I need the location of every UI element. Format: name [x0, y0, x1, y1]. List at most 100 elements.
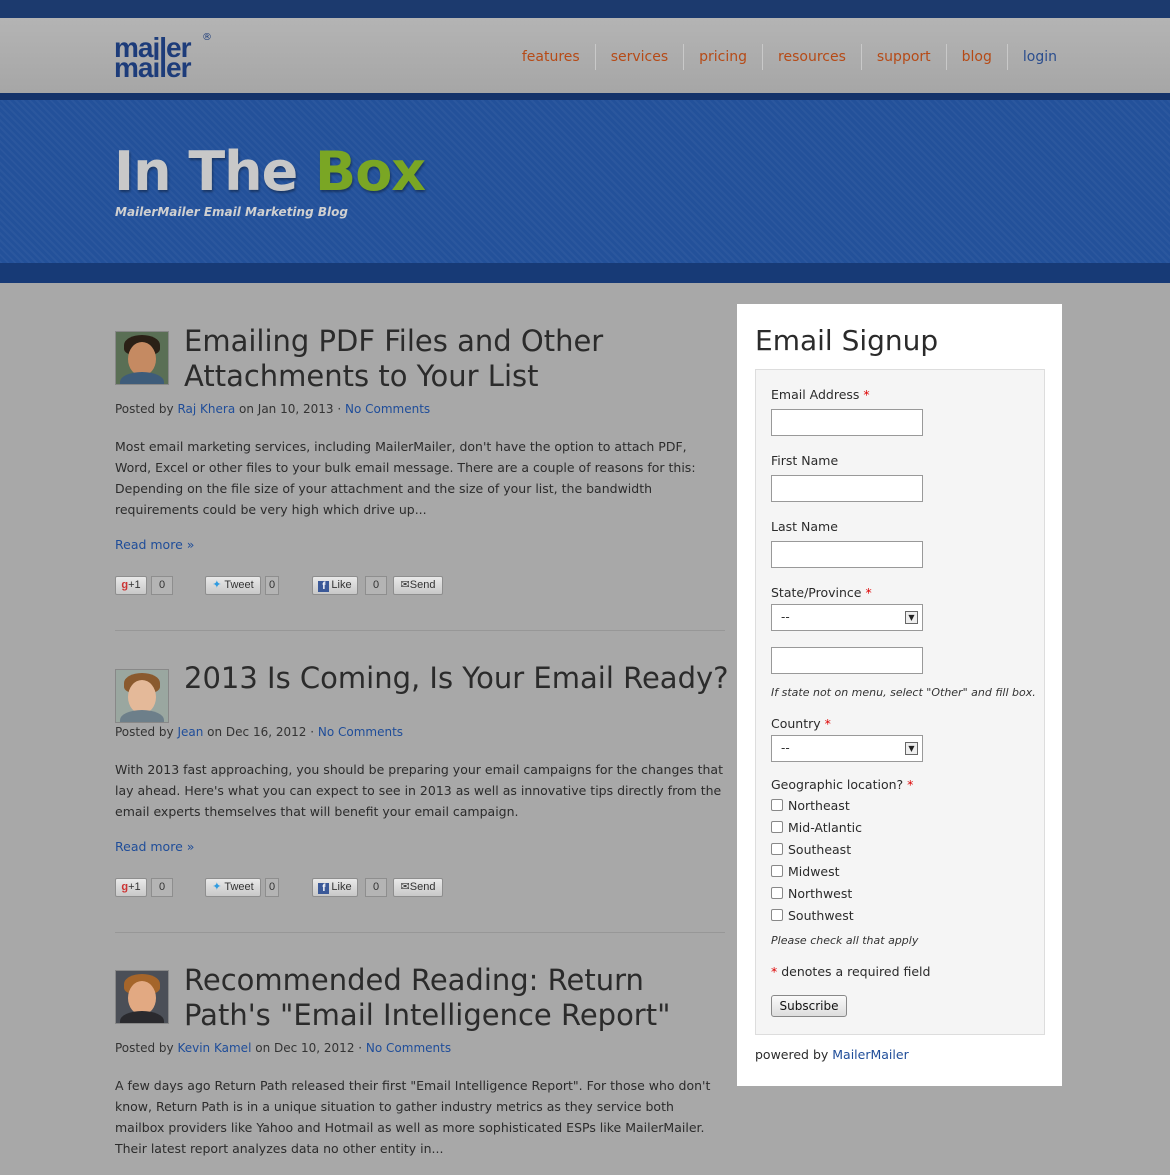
- post-excerpt: A few days ago Return Path released thei…: [115, 1078, 711, 1156]
- gplus-count: 0: [151, 576, 173, 595]
- region-label: Southeast: [788, 842, 852, 857]
- nav-resources[interactable]: resources: [762, 44, 861, 70]
- like-count: 0: [365, 576, 387, 595]
- twitter-bird-icon: ✦: [212, 881, 222, 893]
- region-checkbox-northwest[interactable]: Northwest: [771, 886, 852, 901]
- twitter-bird-icon: ✦: [212, 579, 222, 591]
- country-select[interactable]: -- ▼: [771, 735, 923, 762]
- mailermailer-logo[interactable]: mailer mailer ®: [114, 32, 214, 82]
- top-strip: [0, 0, 1170, 18]
- required-asterisk: *: [907, 777, 914, 792]
- signup-form: Email Address * First Name Last Name Sta…: [755, 369, 1045, 1035]
- facebook-send-button[interactable]: ✉Send: [393, 878, 443, 897]
- post-title[interactable]: Recommended Reading: Return Path's "Emai…: [184, 963, 729, 1033]
- post-divider: [115, 932, 725, 933]
- region-checkbox-midwest[interactable]: Midwest: [771, 864, 840, 879]
- checkbox-box[interactable]: [771, 821, 783, 833]
- nav-pricing[interactable]: pricing: [683, 44, 762, 70]
- state-hint: If state not on menu, select "Other" and…: [771, 686, 1036, 699]
- post-date: on Jan 10, 2013 ·: [235, 402, 345, 416]
- avatar-body: [120, 710, 164, 722]
- post-date: on Dec 10, 2012 ·: [251, 1041, 366, 1055]
- post-meta: Posted by Kevin Kamel on Dec 10, 2012 · …: [115, 1041, 451, 1055]
- first-name-field[interactable]: [771, 475, 923, 502]
- read-more-link[interactable]: Read more »: [115, 537, 194, 552]
- blog-subtitle: MailerMailer Email Marketing Blog: [115, 205, 348, 219]
- geo-label-text: Geographic location?: [771, 777, 904, 792]
- blog-title-part1: In The: [114, 140, 316, 203]
- banner-bottom-bar: [0, 263, 1170, 283]
- mailermailer-link[interactable]: MailerMailer: [832, 1047, 908, 1062]
- like-count: 0: [365, 878, 387, 897]
- required-asterisk: *: [863, 387, 870, 402]
- post-date: on Dec 16, 2012 ·: [203, 725, 318, 739]
- comments-link[interactable]: No Comments: [345, 402, 430, 416]
- read-more-link[interactable]: Read more »: [115, 839, 194, 854]
- comments-link[interactable]: No Comments: [366, 1041, 451, 1055]
- avatar-face: [128, 981, 156, 1015]
- required-note: * denotes a required field: [771, 964, 930, 979]
- region-label: Southwest: [788, 908, 854, 923]
- region-checkbox-southeast[interactable]: Southeast: [771, 842, 851, 857]
- region-label: Midwest: [788, 864, 840, 879]
- email-field[interactable]: [771, 409, 923, 436]
- send-label: Send: [409, 579, 436, 591]
- facebook-send-button[interactable]: ✉Send: [393, 576, 443, 595]
- avatar-body: [120, 1011, 164, 1023]
- tweet-button[interactable]: ✦ Tweet: [205, 576, 261, 595]
- region-checkbox-southwest[interactable]: Southwest: [771, 908, 854, 923]
- author-link[interactable]: Raj Khera: [177, 402, 235, 416]
- tweet-label: Tweet: [224, 579, 254, 591]
- facebook-like-button[interactable]: f Like: [312, 576, 358, 595]
- nav-services[interactable]: services: [594, 44, 683, 70]
- chevron-down-icon: ▼: [905, 742, 918, 755]
- comments-link[interactable]: No Comments: [318, 725, 403, 739]
- region-checkbox-northeast[interactable]: Northeast: [771, 798, 850, 813]
- send-label: Send: [409, 881, 436, 893]
- posted-by-label: Posted by: [115, 725, 178, 739]
- author-link[interactable]: Jean: [177, 725, 203, 739]
- region-label: Northwest: [788, 886, 853, 901]
- like-label: Like: [331, 881, 352, 893]
- state-label-text: State/Province: [771, 585, 862, 600]
- geo-label: Geographic location? *: [771, 777, 913, 792]
- checkbox-box[interactable]: [771, 843, 783, 855]
- tweet-count: 0: [265, 576, 279, 595]
- nav-support[interactable]: support: [860, 44, 946, 70]
- checkbox-box[interactable]: [771, 865, 783, 877]
- posted-by-label: Posted by: [115, 402, 178, 416]
- blog-title-part2: Box: [315, 140, 426, 203]
- checkbox-box[interactable]: [771, 799, 783, 811]
- blog-title: In The Box: [114, 140, 426, 204]
- post-title[interactable]: 2013 Is Coming, Is Your Email Ready?: [184, 661, 729, 696]
- region-label: Northeast: [788, 798, 850, 813]
- region-checkbox-mid-atlantic[interactable]: Mid-Atlantic: [771, 820, 862, 835]
- facebook-like-button[interactable]: f Like: [312, 878, 358, 897]
- state-other-field[interactable]: [771, 647, 923, 674]
- gplus-count: 0: [151, 878, 173, 897]
- checkbox-box[interactable]: [771, 887, 783, 899]
- nav-blog[interactable]: blog: [945, 44, 1007, 70]
- tweet-count: 0: [265, 878, 279, 897]
- post-title[interactable]: Emailing PDF Files and Other Attachments…: [184, 324, 729, 394]
- subscribe-button[interactable]: Subscribe: [771, 995, 847, 1017]
- tweet-button[interactable]: ✦ Tweet: [205, 878, 261, 897]
- gplus-label: +1: [128, 579, 141, 591]
- google-plus-button[interactable]: g+1: [115, 576, 147, 595]
- post-meta: Posted by Raj Khera on Jan 10, 2013 · No…: [115, 402, 430, 416]
- email-signup-widget: Email Signup Email Address * First Name …: [737, 304, 1062, 1086]
- last-name-label: Last Name: [771, 519, 838, 534]
- last-name-field[interactable]: [771, 541, 923, 568]
- email-label: Email Address *: [771, 387, 870, 402]
- author-link[interactable]: Kevin Kamel: [177, 1041, 251, 1055]
- checkbox-box[interactable]: [771, 909, 783, 921]
- nav-features[interactable]: features: [507, 44, 595, 70]
- state-select[interactable]: -- ▼: [771, 604, 923, 631]
- chevron-down-icon: ▼: [905, 611, 918, 624]
- nav-login[interactable]: login: [1006, 44, 1057, 70]
- country-label: Country *: [771, 716, 831, 731]
- google-plus-button[interactable]: g+1: [115, 878, 147, 897]
- send-icon: ✉: [400, 881, 410, 893]
- email-label-text: Email Address: [771, 387, 860, 402]
- social-share-bar: g+1 0 ✦ Tweet 0 f Like 0 ✉Send: [115, 878, 455, 898]
